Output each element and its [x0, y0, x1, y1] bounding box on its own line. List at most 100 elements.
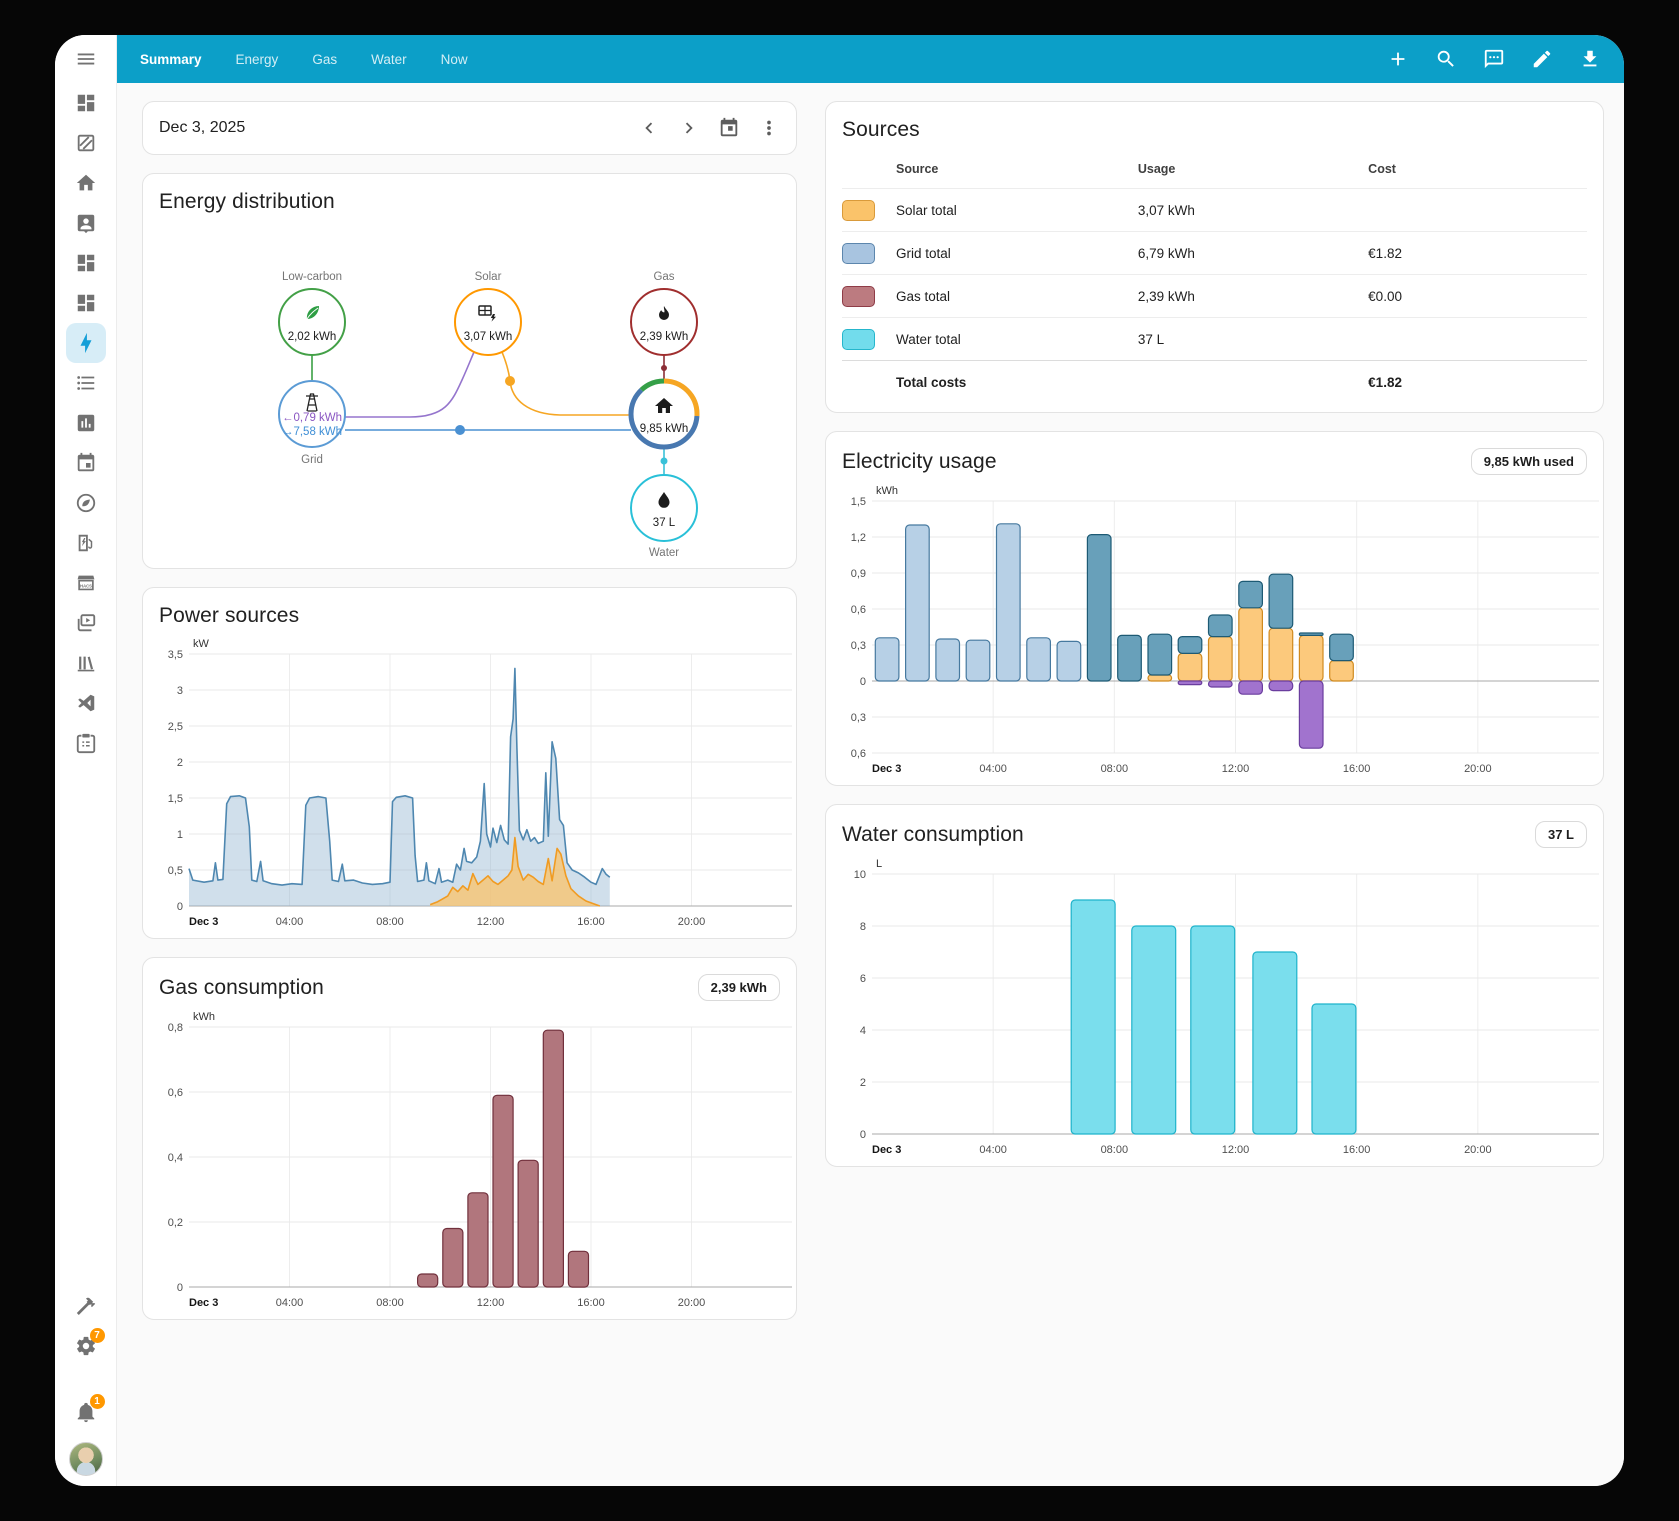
search-button[interactable]	[1426, 39, 1466, 79]
node-water: 37 L Water	[631, 475, 697, 559]
gas-consumption-chart[interactable]: 00,20,40,60,8kWhDec 304:0008:0012:0016:0…	[143, 1005, 796, 1319]
sidebar-item-dashboard-3[interactable]	[66, 283, 106, 323]
card-title: Power sources	[159, 604, 299, 628]
source-swatch	[842, 200, 875, 221]
flow-solar-home	[502, 352, 631, 415]
floor-plan-icon	[75, 132, 97, 154]
sources-rows: Solar total3,07 kWhGrid total6,79 kWh€1.…	[842, 188, 1587, 360]
svg-text:08:00: 08:00	[1101, 763, 1129, 775]
electricity-usage-chart[interactable]: 0,60,300,30,60,91,21,5kWhDec 304:0008:00…	[826, 479, 1603, 785]
sidebar-item-dashboard-2[interactable]	[66, 243, 106, 283]
sidebar-item-developer-tools[interactable]	[66, 1286, 106, 1326]
sidebar-item-media[interactable]	[66, 603, 106, 643]
svg-text:Dec 3: Dec 3	[872, 763, 901, 775]
svg-text:2,02 kWh: 2,02 kWh	[287, 331, 336, 343]
svg-text:Dec 3: Dec 3	[872, 1144, 901, 1156]
source-name: Gas total	[896, 289, 1138, 304]
water-flow-dot	[660, 458, 667, 465]
sidebar-item-calendar[interactable]	[66, 443, 106, 483]
dashboard-content: Dec 3, 2025 Energy distribution	[117, 83, 1624, 1486]
source-cost: €0.00	[1368, 289, 1587, 304]
edit-dashboard-button[interactable]	[1522, 39, 1562, 79]
sidebar-item-history[interactable]	[66, 403, 106, 443]
source-swatch	[842, 243, 875, 264]
tab-gas[interactable]: Gas	[295, 35, 354, 83]
gas-total-badge: 2,39 kWh	[698, 974, 780, 1001]
svg-text:Low-carbon: Low-carbon	[281, 271, 341, 283]
svg-text:Grid: Grid	[301, 454, 323, 466]
next-day-button[interactable]	[670, 109, 708, 147]
sidebar: HACS 7 1	[55, 35, 117, 1486]
sidebar-item-logbook[interactable]	[66, 723, 106, 763]
sidebar-item-settings[interactable]: 7	[66, 1326, 106, 1366]
svg-text:2,5: 2,5	[168, 721, 183, 733]
source-usage: 3,07 kWh	[1138, 203, 1368, 218]
svg-text:16:00: 16:00	[1343, 763, 1371, 775]
sidebar-item-notifications[interactable]: 1	[66, 1392, 106, 1432]
sidebar-user-avatar[interactable]	[69, 1442, 103, 1476]
sidebar-item-overview[interactable]	[66, 83, 106, 123]
electricity-used-badge: 9,85 kWh used	[1471, 448, 1587, 475]
source-row: Gas total2,39 kWh€0.00	[842, 274, 1587, 317]
node-gas: Gas 2,39 kWh	[631, 271, 697, 355]
sidebar-item-vscode[interactable]	[66, 683, 106, 723]
svg-text:2: 2	[860, 1077, 866, 1089]
tab-summary[interactable]: Summary	[123, 35, 219, 83]
svg-text:12:00: 12:00	[477, 1297, 505, 1309]
sidebar-item-hacs[interactable]: HACS	[66, 563, 106, 603]
previous-day-button[interactable]	[630, 109, 668, 147]
svg-text:0,6: 0,6	[168, 1087, 183, 1099]
kebab-menu-icon	[758, 117, 780, 139]
col-cost: Cost	[1368, 162, 1587, 176]
sidebar-item-todo[interactable]	[66, 363, 106, 403]
sidebar-item-energy[interactable]	[66, 323, 106, 363]
add-button[interactable]	[1378, 39, 1418, 79]
svg-text:04:00: 04:00	[979, 763, 1007, 775]
sidebar-item-home[interactable]	[66, 163, 106, 203]
svg-text:Dec 3: Dec 3	[189, 916, 218, 928]
view-dashboard-icon	[75, 252, 97, 274]
svg-text:04:00: 04:00	[276, 1297, 304, 1309]
node-solar: Solar 3,07 kWh	[455, 271, 521, 355]
chart-box-icon	[75, 412, 97, 434]
ev-station-icon	[75, 532, 97, 554]
card-title: Electricity usage	[842, 450, 997, 474]
download-icon	[1579, 48, 1601, 70]
menu-button[interactable]	[66, 39, 106, 79]
download-button[interactable]	[1570, 39, 1610, 79]
sidebar-item-ev-charger[interactable]	[66, 523, 106, 563]
power-sources-chart[interactable]: 00,511,522,533,5kWDec 304:0008:0012:0016…	[143, 632, 796, 938]
solar-flow-dot	[505, 376, 515, 386]
svg-text:16:00: 16:00	[1343, 1144, 1371, 1156]
chevron-left-icon	[638, 117, 660, 139]
tab-water[interactable]: Water	[354, 35, 424, 83]
source-swatch	[842, 329, 875, 350]
svg-text:16:00: 16:00	[577, 916, 605, 928]
tab-now[interactable]: Now	[424, 35, 485, 83]
svg-text:1: 1	[177, 829, 183, 841]
assist-button[interactable]	[1474, 39, 1514, 79]
sidebar-item-eco[interactable]	[66, 483, 106, 523]
sidebar-item-floorplan[interactable]	[66, 123, 106, 163]
svg-text:3,07 kWh: 3,07 kWh	[463, 331, 512, 343]
selected-date: Dec 3, 2025	[159, 119, 245, 137]
svg-text:9,85 kWh: 9,85 kWh	[639, 423, 688, 435]
tab-energy[interactable]: Energy	[219, 35, 296, 83]
water-consumption-chart[interactable]: 0246810LDec 304:0008:0012:0016:0020:00	[826, 852, 1603, 1166]
date-menu-button[interactable]	[750, 109, 788, 147]
gas-flow-dot	[661, 365, 667, 371]
svg-text:2: 2	[177, 757, 183, 769]
svg-text:Water: Water	[648, 547, 678, 559]
svg-text:0: 0	[860, 676, 866, 688]
energy-distribution-diagram[interactable]: Low-carbon 2,02 kWh Solar	[160, 218, 780, 568]
node-grid: ←0,79 kWh →7,58 kWh Grid	[279, 381, 345, 466]
sources-total-row: Total costs €1.82	[842, 360, 1587, 404]
svg-text:04:00: 04:00	[276, 916, 304, 928]
calendar-button[interactable]	[710, 109, 748, 147]
sidebar-item-library[interactable]	[66, 643, 106, 683]
svg-text:2,39 kWh: 2,39 kWh	[639, 331, 688, 343]
sidebar-item-people[interactable]	[66, 203, 106, 243]
source-swatch	[842, 286, 875, 307]
account-board-icon	[75, 212, 97, 234]
svg-text:Dec 3: Dec 3	[189, 1297, 218, 1309]
